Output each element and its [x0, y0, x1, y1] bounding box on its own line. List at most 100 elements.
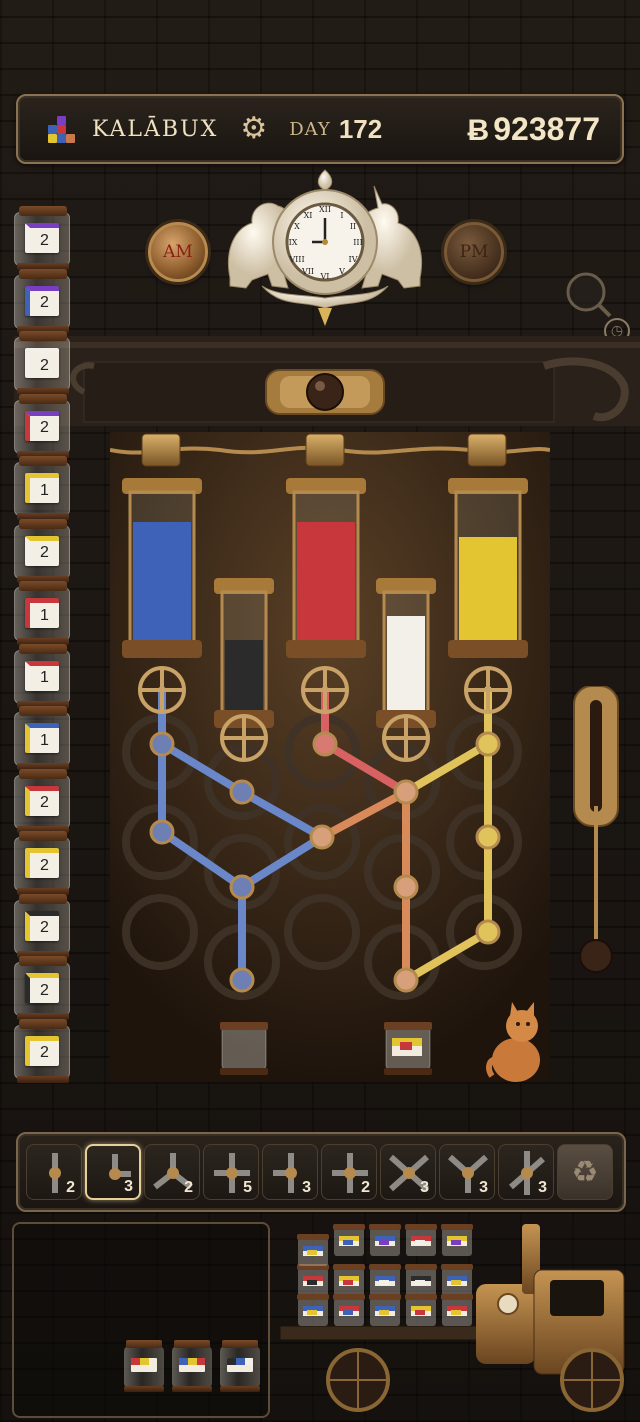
delivery-truck[interactable]: [276, 1214, 640, 1422]
order-jar[interactable]: 2: [14, 768, 70, 833]
truck-jar: [441, 1294, 473, 1326]
svg-text:X: X: [294, 222, 300, 231]
order-count: 2: [25, 285, 59, 316]
settings-gear-icon[interactable]: ⚙: [240, 114, 267, 144]
order-jar[interactable]: 2: [14, 206, 70, 270]
order-jar[interactable]: 1: [14, 706, 70, 770]
red-tank-liquid: [297, 522, 355, 642]
truck-jar: [405, 1294, 437, 1326]
output-jar-left: [220, 1022, 268, 1075]
svg-text:I: I: [340, 211, 343, 220]
day-counter: 172: [338, 113, 383, 144]
order-jar[interactable]: 1: [14, 456, 70, 520]
order-count: 2: [25, 535, 59, 566]
tool-count: 3: [124, 1178, 133, 1195]
blue-tank-liquid: [133, 522, 191, 642]
tool-count: 3: [302, 1179, 311, 1196]
finished-jar[interactable]: [220, 1340, 260, 1392]
order-count: 2: [25, 1035, 59, 1066]
order-jar[interactable]: 2: [14, 831, 70, 895]
pipe-t-left-tool[interactable]: 3: [262, 1144, 318, 1200]
order-jar[interactable]: 2: [14, 518, 70, 583]
black-tank: [214, 578, 274, 728]
truck-jar: [369, 1264, 401, 1296]
currency-icon: Ƀ: [467, 113, 490, 147]
white-tank: [376, 578, 436, 728]
order-jar[interactable]: 2: [14, 1018, 70, 1083]
tool-count: 3: [479, 1179, 488, 1196]
day-label: DAY: [289, 118, 331, 140]
svg-text:V: V: [338, 267, 345, 276]
paint-machine-chamber: [110, 432, 550, 1082]
tool-count: 2: [361, 1179, 370, 1196]
side-lever[interactable]: [566, 686, 630, 976]
pipe-tee-right-tool[interactable]: 2: [321, 1144, 377, 1200]
top-status-bar: KALĀBUX ⚙ DAY 172 Ƀ 923877: [16, 94, 624, 164]
ornate-clock: XIIVI IIIIX III IVV VIIVIII XXI: [228, 169, 422, 326]
svg-text:VII: VII: [301, 267, 314, 276]
truck-jar: [333, 1224, 365, 1256]
svg-text:VIII: VIII: [288, 255, 304, 264]
truck-jar: [333, 1264, 365, 1296]
pipe-straight-vertical-tool[interactable]: 2: [26, 1144, 82, 1200]
recycle-icon[interactable]: ♻: [557, 1144, 613, 1200]
blue-tank: [122, 478, 202, 658]
truck-jar: [297, 1294, 329, 1326]
tool-count: 5: [243, 1179, 252, 1196]
order-jar[interactable]: 2: [14, 331, 70, 395]
tool-count: 2: [66, 1179, 75, 1196]
truck-jar: [297, 1264, 329, 1296]
pipe-cross-up-tool[interactable]: 5: [203, 1144, 259, 1200]
tool-count: 3: [420, 1179, 429, 1196]
finished-jar-tray: [12, 1222, 270, 1418]
order-jar[interactable]: 1: [14, 643, 70, 708]
order-count: 2: [25, 785, 59, 816]
truck-jar: [405, 1224, 437, 1256]
finished-jar[interactable]: [124, 1340, 164, 1392]
truck-jar: [441, 1264, 473, 1296]
magnifier-icon[interactable]: [562, 268, 614, 320]
cat-mascot[interactable]: [486, 998, 546, 1084]
order-count: 2: [25, 848, 59, 878]
order-jar[interactable]: 2: [14, 393, 70, 458]
am-button[interactable]: AM: [148, 222, 208, 282]
order-count: 2: [25, 223, 59, 253]
pipe-elbow-tool[interactable]: 3: [85, 1144, 141, 1200]
order-jar[interactable]: 2: [14, 268, 70, 333]
output-jar-right: [384, 1022, 432, 1075]
pipe-x-cross-tool[interactable]: 3: [380, 1144, 436, 1200]
order-jar[interactable]: 2: [14, 893, 70, 958]
app-title: KALĀBUX: [92, 116, 219, 142]
svg-text:VI: VI: [320, 272, 330, 281]
order-jar[interactable]: 2: [14, 956, 70, 1020]
truck-jar: [333, 1294, 365, 1326]
order-count: 1: [25, 723, 59, 753]
order-count: 1: [25, 598, 59, 628]
pipe-y-split-tool[interactable]: 2: [144, 1144, 200, 1200]
money-balance: Ƀ 923877: [468, 111, 600, 148]
pipe-y-merge-tool[interactable]: 3: [439, 1144, 495, 1200]
pm-button[interactable]: PM: [444, 222, 504, 282]
svg-text:XII: XII: [319, 205, 331, 214]
order-count: 2: [25, 910, 59, 941]
svg-text:IX: IX: [289, 238, 298, 247]
truck-jar: [369, 1294, 401, 1326]
order-count: 2: [25, 410, 59, 441]
finished-jar[interactable]: [172, 1340, 212, 1392]
pipe-elbow-icon: [109, 1154, 131, 1180]
truck-jar: [405, 1264, 437, 1296]
tool-count: 2: [184, 1179, 193, 1196]
black-tank-liquid: [225, 640, 263, 712]
pipe-toolbar: 2 3 2 5 3 2 3 3 3 ♻: [16, 1132, 626, 1212]
order-jar[interactable]: 1: [14, 581, 70, 645]
pipe-diagonal-tool[interactable]: 3: [498, 1144, 554, 1200]
yellow-tank: [448, 478, 528, 658]
order-jar-stack: 2 2 2 2 1 2 1 1 1 2 2 2 2 2: [0, 0, 80, 1090]
white-tank-liquid: [387, 616, 425, 712]
svg-text:II: II: [350, 222, 356, 231]
order-count: 1: [25, 660, 59, 691]
order-count: 1: [25, 473, 59, 503]
money-value: 923877: [493, 110, 600, 147]
svg-text:IV: IV: [349, 255, 358, 264]
svg-text:XI: XI: [304, 211, 313, 220]
